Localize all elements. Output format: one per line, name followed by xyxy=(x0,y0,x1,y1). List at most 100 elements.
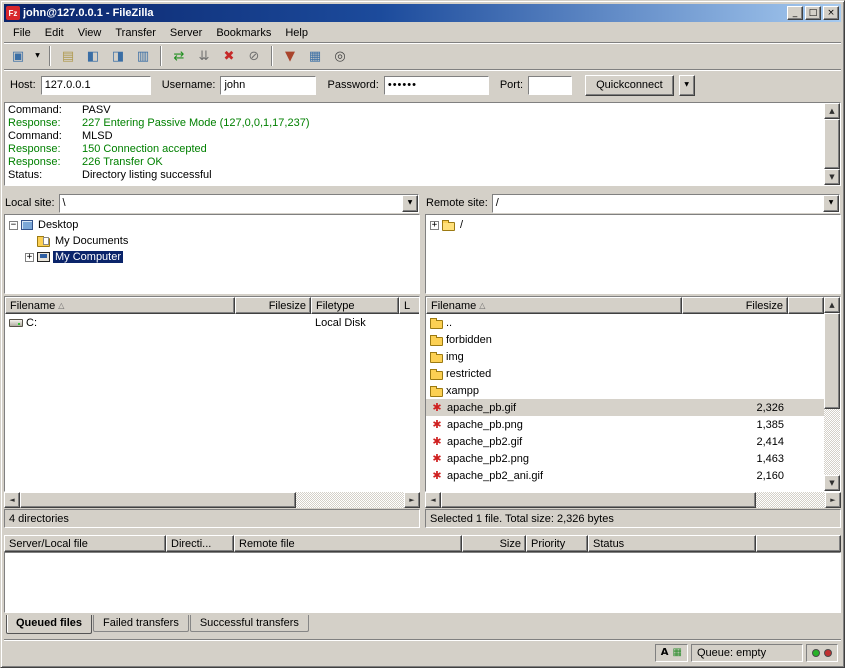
tree-item-desktop[interactable]: −Desktop xyxy=(6,217,418,233)
process-queue-icon[interactable]: ⇊ xyxy=(192,45,216,67)
cancel-icon[interactable]: ✖ xyxy=(217,45,241,67)
column-header-filename[interactable]: Filename△ xyxy=(5,297,235,314)
column-header-priority[interactable]: Priority xyxy=(526,535,588,552)
file-row-apache-pb-png[interactable]: ✱apache_pb.png1,385 xyxy=(426,416,824,433)
local-site-combo[interactable]: \ ▼ xyxy=(59,194,419,213)
queue-splitter[interactable] xyxy=(4,528,841,535)
username-input[interactable] xyxy=(220,76,316,95)
column-header-status[interactable]: Status xyxy=(588,535,756,552)
tree-item-my-documents[interactable]: My Documents xyxy=(6,233,418,249)
disconnect-icon[interactable]: ⊘ xyxy=(242,45,266,67)
quickconnect-dropdown-icon[interactable]: ▼ xyxy=(679,75,695,96)
remote-site-dropdown-icon[interactable]: ▼ xyxy=(823,195,839,212)
menu-item-help[interactable]: Help xyxy=(278,25,315,41)
scroll-left-icon[interactable]: ◄ xyxy=(425,492,441,508)
column-header-l[interactable]: L xyxy=(399,297,419,314)
tree-expander-icon[interactable]: + xyxy=(430,221,439,230)
file-row-c[interactable]: C:Local Disk xyxy=(5,314,419,331)
file-row-forbidden[interactable]: forbidden xyxy=(426,331,824,348)
file-row-xampp[interactable]: xampp xyxy=(426,382,824,399)
column-header-filesize[interactable]: Filesize xyxy=(682,297,788,314)
file-row-apache-pb-gif[interactable]: ✱apache_pb.gif2,326 xyxy=(426,399,824,416)
column-header-directi[interactable]: Directi... xyxy=(166,535,234,552)
local-site-value[interactable]: \ xyxy=(60,195,402,212)
scrollbar-track[interactable] xyxy=(824,313,840,475)
cell: img xyxy=(426,348,682,365)
app-icon[interactable]: Fz xyxy=(6,6,20,20)
file-row-blank[interactable]: .. xyxy=(426,314,824,331)
filter-icon[interactable]: ▼ xyxy=(278,45,302,67)
toggle-local-tree-icon[interactable]: ◧ xyxy=(81,45,105,67)
menu-item-bookmarks[interactable]: Bookmarks xyxy=(209,25,278,41)
remote-site-combo[interactable]: / ▼ xyxy=(492,194,840,213)
scroll-up-icon[interactable]: ▲ xyxy=(824,103,840,119)
file-row-img[interactable]: img xyxy=(426,348,824,365)
tab-queued-files[interactable]: Queued files xyxy=(6,615,92,634)
scroll-down-icon[interactable]: ▼ xyxy=(824,475,840,491)
scroll-up-icon[interactable]: ▲ xyxy=(824,297,840,313)
toggle-queue-icon[interactable]: ▥ xyxy=(131,45,155,67)
find-icon[interactable]: ◎ xyxy=(328,45,352,67)
scrollbar-track[interactable] xyxy=(441,492,825,508)
scrollbar-thumb[interactable] xyxy=(824,119,840,169)
tree-item-blank[interactable]: +/ xyxy=(427,217,839,233)
column-header-remote-file[interactable]: Remote file xyxy=(234,535,462,552)
file-image-icon: ✱ xyxy=(430,470,444,481)
column-header-filesize[interactable]: Filesize xyxy=(235,297,311,314)
column-header-label: Remote file xyxy=(239,538,295,550)
tree-expander-icon[interactable]: + xyxy=(25,253,34,262)
local-status-text: 4 directories xyxy=(4,509,420,528)
tree-item-my-computer[interactable]: +My Computer xyxy=(6,249,418,265)
menu-item-transfer[interactable]: Transfer xyxy=(108,25,163,41)
tab-successful-transfers[interactable]: Successful transfers xyxy=(190,615,309,632)
menu-item-view[interactable]: View xyxy=(71,25,109,41)
menu-item-edit[interactable]: Edit xyxy=(38,25,71,41)
toggle-remote-tree-icon[interactable]: ◨ xyxy=(106,45,130,67)
refresh-icon[interactable]: ⇄ xyxy=(167,45,191,67)
compare-icon[interactable]: ▦ xyxy=(303,45,327,67)
maximize-button[interactable]: □ xyxy=(805,6,821,20)
scroll-right-icon[interactable]: ► xyxy=(404,492,420,508)
scrollbar-track[interactable] xyxy=(824,119,840,169)
column-header-server-local-file[interactable]: Server/Local file xyxy=(4,535,166,552)
port-input[interactable] xyxy=(528,76,572,95)
site-manager-icon[interactable]: ▣ xyxy=(6,45,30,67)
column-header-label: Filename xyxy=(10,300,55,312)
file-row-apache-pb2-ani-gif[interactable]: ✱apache_pb2_ani.gif2,160 xyxy=(426,467,824,484)
cell xyxy=(235,314,311,331)
toggle-log-icon[interactable]: ▤ xyxy=(56,45,80,67)
column-header-filename[interactable]: Filename△ xyxy=(426,297,682,314)
file-row-apache-pb2-png[interactable]: ✱apache_pb2.png1,463 xyxy=(426,450,824,467)
remote-site-value[interactable]: / xyxy=(493,195,823,212)
scroll-left-icon[interactable]: ◄ xyxy=(4,492,20,508)
host-input[interactable] xyxy=(41,76,151,95)
log-scrollbar[interactable]: ▲ ▼ xyxy=(824,103,840,185)
menu-item-file[interactable]: File xyxy=(6,25,38,41)
column-header-size[interactable]: Size xyxy=(462,535,526,552)
local-site-dropdown-icon[interactable]: ▼ xyxy=(402,195,418,212)
site-manager-dropdown-icon[interactable]: ▼ xyxy=(31,45,44,67)
scroll-down-icon[interactable]: ▼ xyxy=(824,169,840,185)
remote-scrollbar[interactable]: ▲ ▼ xyxy=(824,297,840,491)
tab-failed-transfers[interactable]: Failed transfers xyxy=(93,615,189,632)
quickconnect-button[interactable]: Quickconnect xyxy=(585,75,674,96)
scroll-right-icon[interactable]: ► xyxy=(825,492,841,508)
folder-icon xyxy=(430,320,443,329)
menu-item-server[interactable]: Server xyxy=(163,25,209,41)
title-bar[interactable]: Fz john@127.0.0.1 - FileZilla _□× xyxy=(4,4,841,22)
local-site-row: Local site: \ ▼ xyxy=(4,192,420,214)
file-row-apache-pb2-gif[interactable]: ✱apache_pb2.gif2,414 xyxy=(426,433,824,450)
scrollbar-thumb[interactable] xyxy=(20,492,296,508)
tree-expander-icon[interactable]: − xyxy=(9,221,18,230)
scrollbar-thumb[interactable] xyxy=(441,492,756,508)
local-hscrollbar[interactable]: ◄ ► xyxy=(4,492,420,508)
column-header-label: Priority xyxy=(531,538,565,550)
minimize-button[interactable]: _ xyxy=(787,6,803,20)
password-input[interactable] xyxy=(384,76,489,95)
close-button[interactable]: × xyxy=(823,6,839,20)
scrollbar-track[interactable] xyxy=(20,492,404,508)
column-header-filetype[interactable]: Filetype xyxy=(311,297,399,314)
file-row-restricted[interactable]: restricted xyxy=(426,365,824,382)
scrollbar-thumb[interactable] xyxy=(824,313,840,409)
remote-hscrollbar[interactable]: ◄ ► xyxy=(425,492,841,508)
